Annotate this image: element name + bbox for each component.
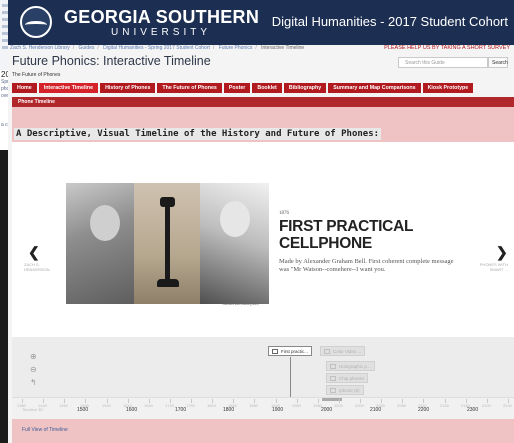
- axis-minor-label: 1960: [292, 403, 301, 408]
- breadcrumb: Zach S. Henderson Library / Guides / Digit…: [10, 45, 305, 51]
- axis-minor-label: 2020: [334, 403, 343, 408]
- breadcrumb-cohort[interactable]: Digital Humanities - Spring 2017 Student…: [103, 45, 210, 51]
- previous-slide-icon[interactable]: ❮: [28, 244, 40, 261]
- site-title[interactable]: Digital Humanities - 2017 Student Cohort: [272, 14, 508, 29]
- photo-bell-right: [200, 183, 269, 304]
- university-sub: UNIVERSITY: [111, 27, 212, 38]
- back-to-start-icon[interactable]: ↰: [30, 378, 37, 387]
- slide-photo[interactable]: [66, 183, 269, 304]
- search-input[interactable]: Search this Guide: [398, 57, 488, 68]
- axis-major-label: 2200: [418, 407, 430, 413]
- tab-kiosk-prototype[interactable]: Kiosk Prototype: [422, 83, 474, 93]
- page-title: Future Phonics: Interactive Timeline: [12, 54, 211, 68]
- university-header: GEORGIA SOUTHERN UNIVERSITY Digital Huma…: [8, 0, 514, 45]
- axis-minor-label: 1380: [17, 403, 26, 408]
- image-icon: [272, 349, 278, 354]
- marker-flag-line: [290, 357, 291, 397]
- image-icon: [330, 364, 336, 369]
- axis-minor-label: 1540: [102, 403, 111, 408]
- axis-minor-label: 2150: [440, 403, 449, 408]
- zoom-out-icon[interactable]: ⊖: [30, 365, 37, 374]
- axis-major-label: 1600: [126, 407, 138, 413]
- axis-minor-label: 1640: [144, 403, 153, 408]
- tab-home[interactable]: Home: [12, 83, 37, 93]
- axis-minor-label: 2200: [482, 403, 491, 408]
- timeline-heading: A Descriptive, Visual Timeline of the Hi…: [14, 128, 382, 140]
- marker-holographic[interactable]: Holographic p...: [326, 361, 375, 371]
- axis-minor-label: 2000: [355, 403, 364, 408]
- axis-minor-label: 1760: [186, 403, 195, 408]
- event-year: 1876: [279, 211, 289, 216]
- event-description: Made by Alexander Graham Bell. First coh…: [279, 258, 454, 273]
- tab-summary-map[interactable]: Summary and Map Comparisons: [328, 83, 421, 93]
- axis-major-label: 2100: [370, 407, 382, 413]
- image-icon: [330, 376, 336, 381]
- breadcrumb-current: Interactive Timeline: [261, 45, 305, 51]
- tab-bibliography[interactable]: Bibliography: [283, 83, 327, 93]
- tab-poster[interactable]: Poster: [223, 83, 251, 93]
- photo-bell-left: [66, 183, 134, 304]
- axis-minor-label: 2240: [503, 403, 512, 408]
- axis-major-label: 2000: [321, 407, 333, 413]
- search-button[interactable]: Search: [488, 57, 508, 68]
- zoom-in-icon[interactable]: ⊕: [30, 352, 37, 361]
- marker-chip-phones[interactable]: Chip phones: [326, 373, 369, 383]
- axis-major-label: 1800: [223, 407, 235, 413]
- full-view-link[interactable]: Full View of Timeline: [22, 427, 68, 433]
- image-icon: [330, 388, 336, 393]
- next-slide-label[interactable]: PHONES WITH SMART ...: [472, 262, 508, 272]
- axis-minor-label: 1880: [249, 403, 258, 408]
- axis-major-label: 1700: [175, 407, 187, 413]
- axis-minor-label: 1720: [165, 403, 174, 408]
- axis-minor-label: 1810: [207, 403, 216, 408]
- eagle-logo-icon[interactable]: [20, 6, 52, 38]
- breadcrumb-library[interactable]: Zach S. Henderson Library: [10, 45, 70, 51]
- axis-minor-label: 2080: [397, 403, 406, 408]
- axis-minor-label: 1440: [38, 403, 47, 408]
- tab-history-of-phones[interactable]: History of Phones: [100, 83, 156, 93]
- university-name[interactable]: GEORGIA SOUTHERN: [64, 7, 259, 28]
- tab-booklet[interactable]: Booklet: [252, 83, 282, 93]
- guide-tabs: Home Interactive Timeline History of Pho…: [12, 83, 475, 93]
- guide-owner: The Future of Phones: [12, 72, 61, 78]
- axis-major-label: 1500: [77, 407, 89, 413]
- breadcrumb-guides[interactable]: Guides: [79, 45, 95, 51]
- event-title: FIRST PRACTICAL CELLPHONE: [279, 218, 413, 252]
- timeline-navigator[interactable]: [12, 337, 514, 397]
- axis-major-label: 1900: [272, 407, 284, 413]
- next-slide-icon[interactable]: ❯: [496, 244, 508, 261]
- marker-iphone-8[interactable]: Iphone (8): [326, 385, 364, 395]
- tab-future-of-phones[interactable]: The Future of Phones: [157, 83, 222, 93]
- breadcrumb-future-phonics[interactable]: Future Phonics: [219, 45, 253, 51]
- image-icon: [324, 349, 330, 354]
- axis-major-label: 2300: [467, 407, 479, 413]
- section-title: Phone Timeline: [12, 97, 514, 107]
- tab-interactive-timeline[interactable]: Interactive Timeline: [38, 83, 99, 93]
- marker-first-practical[interactable]: First practic...: [268, 346, 313, 356]
- previous-slide-label[interactable]: ZACH S. HENDERSON: [24, 262, 60, 272]
- photo-credit: Savannah.Bailey440: [222, 301, 259, 306]
- marker-color-video[interactable]: Color Video ...: [320, 346, 366, 356]
- survey-link[interactable]: PLEASE HELP US BY TAKING A SHORT SURVEY: [384, 45, 510, 52]
- axis-minor-label: 1460: [59, 403, 68, 408]
